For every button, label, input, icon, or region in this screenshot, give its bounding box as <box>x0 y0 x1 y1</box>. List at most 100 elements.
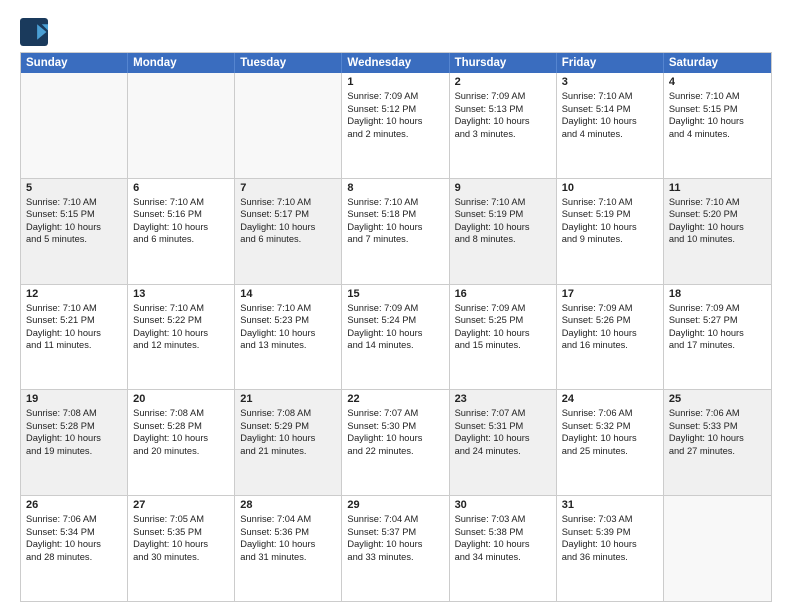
day-number: 30 <box>455 499 551 511</box>
cell-info-line: Sunset: 5:32 PM <box>562 420 658 433</box>
cell-info-line: Sunset: 5:29 PM <box>240 420 336 433</box>
cell-info-line: Sunrise: 7:07 AM <box>455 407 551 420</box>
cell-info-line: Daylight: 10 hours <box>133 327 229 340</box>
cell-info-line: and 5 minutes. <box>26 233 122 246</box>
cell-info-line: Sunrise: 7:10 AM <box>669 196 766 209</box>
day-number: 5 <box>26 182 122 194</box>
day-number: 25 <box>669 393 766 405</box>
day-cell-23: 23Sunrise: 7:07 AMSunset: 5:31 PMDayligh… <box>450 390 557 495</box>
day-number: 8 <box>347 182 443 194</box>
cell-info-line: Sunset: 5:15 PM <box>669 103 766 116</box>
cell-info-line: Sunset: 5:38 PM <box>455 526 551 539</box>
day-cell-25: 25Sunrise: 7:06 AMSunset: 5:33 PMDayligh… <box>664 390 771 495</box>
cell-info-line: Sunrise: 7:10 AM <box>347 196 443 209</box>
cell-info-line: Daylight: 10 hours <box>347 327 443 340</box>
day-number: 31 <box>562 499 658 511</box>
cell-info-line: Sunrise: 7:04 AM <box>240 513 336 526</box>
cell-info-line: and 36 minutes. <box>562 551 658 564</box>
cell-info-line: Sunrise: 7:09 AM <box>669 302 766 315</box>
cell-info-line: Sunrise: 7:09 AM <box>347 90 443 103</box>
empty-cell <box>664 496 771 601</box>
logo <box>20 18 52 46</box>
cell-info-line: and 4 minutes. <box>669 128 766 141</box>
day-cell-16: 16Sunrise: 7:09 AMSunset: 5:25 PMDayligh… <box>450 285 557 390</box>
day-cell-7: 7Sunrise: 7:10 AMSunset: 5:17 PMDaylight… <box>235 179 342 284</box>
logo-icon <box>20 18 48 46</box>
cell-info-line: and 30 minutes. <box>133 551 229 564</box>
cell-info-line: Sunrise: 7:08 AM <box>26 407 122 420</box>
header-day-tuesday: Tuesday <box>235 53 342 73</box>
cell-info-line: Sunrise: 7:09 AM <box>455 90 551 103</box>
cell-info-line: Sunrise: 7:03 AM <box>562 513 658 526</box>
cell-info-line: Sunset: 5:18 PM <box>347 208 443 221</box>
header-day-wednesday: Wednesday <box>342 53 449 73</box>
day-number: 9 <box>455 182 551 194</box>
cell-info-line: Daylight: 10 hours <box>26 538 122 551</box>
day-cell-9: 9Sunrise: 7:10 AMSunset: 5:19 PMDaylight… <box>450 179 557 284</box>
cell-info-line: Sunrise: 7:08 AM <box>240 407 336 420</box>
day-cell-13: 13Sunrise: 7:10 AMSunset: 5:22 PMDayligh… <box>128 285 235 390</box>
cell-info-line: Sunset: 5:33 PM <box>669 420 766 433</box>
empty-cell <box>21 73 128 178</box>
header-day-sunday: Sunday <box>21 53 128 73</box>
cell-info-line: and 4 minutes. <box>562 128 658 141</box>
day-number: 23 <box>455 393 551 405</box>
cell-info-line: and 12 minutes. <box>133 339 229 352</box>
day-number: 18 <box>669 288 766 300</box>
cell-info-line: Daylight: 10 hours <box>133 221 229 234</box>
cell-info-line: Daylight: 10 hours <box>562 432 658 445</box>
day-number: 26 <box>26 499 122 511</box>
cell-info-line: Daylight: 10 hours <box>562 538 658 551</box>
calendar-row-3: 12Sunrise: 7:10 AMSunset: 5:21 PMDayligh… <box>21 285 771 391</box>
cell-info-line: Sunrise: 7:10 AM <box>26 302 122 315</box>
cell-info-line: Daylight: 10 hours <box>455 432 551 445</box>
cell-info-line: Sunrise: 7:09 AM <box>347 302 443 315</box>
cell-info-line: Sunrise: 7:07 AM <box>347 407 443 420</box>
day-cell-29: 29Sunrise: 7:04 AMSunset: 5:37 PMDayligh… <box>342 496 449 601</box>
cell-info-line: and 28 minutes. <box>26 551 122 564</box>
cell-info-line: Sunset: 5:13 PM <box>455 103 551 116</box>
cell-info-line: and 34 minutes. <box>455 551 551 564</box>
day-number: 29 <box>347 499 443 511</box>
cell-info-line: and 19 minutes. <box>26 445 122 458</box>
cell-info-line: Sunset: 5:34 PM <box>26 526 122 539</box>
day-cell-2: 2Sunrise: 7:09 AMSunset: 5:13 PMDaylight… <box>450 73 557 178</box>
cell-info-line: Sunrise: 7:10 AM <box>133 196 229 209</box>
cell-info-line: Sunset: 5:20 PM <box>669 208 766 221</box>
cell-info-line: Daylight: 10 hours <box>26 432 122 445</box>
day-cell-12: 12Sunrise: 7:10 AMSunset: 5:21 PMDayligh… <box>21 285 128 390</box>
cell-info-line: Sunset: 5:24 PM <box>347 314 443 327</box>
day-number: 7 <box>240 182 336 194</box>
day-number: 17 <box>562 288 658 300</box>
calendar-row-2: 5Sunrise: 7:10 AMSunset: 5:15 PMDaylight… <box>21 179 771 285</box>
cell-info-line: Daylight: 10 hours <box>133 432 229 445</box>
calendar-row-1: 1Sunrise: 7:09 AMSunset: 5:12 PMDaylight… <box>21 73 771 179</box>
cell-info-line: Daylight: 10 hours <box>347 432 443 445</box>
day-cell-5: 5Sunrise: 7:10 AMSunset: 5:15 PMDaylight… <box>21 179 128 284</box>
cell-info-line: Sunset: 5:12 PM <box>347 103 443 116</box>
day-number: 21 <box>240 393 336 405</box>
cell-info-line: and 17 minutes. <box>669 339 766 352</box>
cell-info-line: Sunrise: 7:10 AM <box>240 196 336 209</box>
cell-info-line: and 24 minutes. <box>455 445 551 458</box>
header-day-saturday: Saturday <box>664 53 771 73</box>
cell-info-line: Sunset: 5:19 PM <box>455 208 551 221</box>
cell-info-line: Sunset: 5:17 PM <box>240 208 336 221</box>
day-number: 24 <box>562 393 658 405</box>
cell-info-line: Daylight: 10 hours <box>240 327 336 340</box>
day-number: 15 <box>347 288 443 300</box>
cell-info-line: Sunset: 5:39 PM <box>562 526 658 539</box>
calendar-row-5: 26Sunrise: 7:06 AMSunset: 5:34 PMDayligh… <box>21 496 771 601</box>
cell-info-line: and 6 minutes. <box>240 233 336 246</box>
cell-info-line: Sunrise: 7:09 AM <box>562 302 658 315</box>
cell-info-line: Daylight: 10 hours <box>347 538 443 551</box>
cell-info-line: and 2 minutes. <box>347 128 443 141</box>
empty-cell <box>235 73 342 178</box>
day-number: 10 <box>562 182 658 194</box>
header-day-friday: Friday <box>557 53 664 73</box>
cell-info-line: Daylight: 10 hours <box>562 115 658 128</box>
header-day-monday: Monday <box>128 53 235 73</box>
day-cell-24: 24Sunrise: 7:06 AMSunset: 5:32 PMDayligh… <box>557 390 664 495</box>
header <box>20 18 772 46</box>
cell-info-line: and 33 minutes. <box>347 551 443 564</box>
